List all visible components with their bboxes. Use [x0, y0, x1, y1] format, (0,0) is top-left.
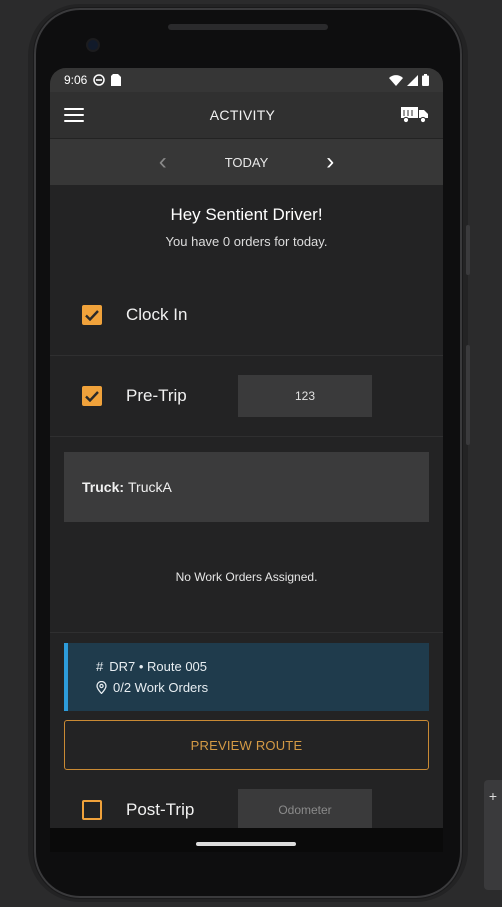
greeting: Hey Sentient Driver! You have 0 orders f…	[50, 185, 443, 275]
date-navigator: ‹ TODAY ›	[50, 139, 443, 185]
truck-value: TruckA	[128, 479, 172, 495]
truck-card[interactable]: Truck: TruckA	[64, 452, 429, 522]
clock-in-checkbox[interactable]	[82, 305, 102, 325]
home-indicator[interactable]	[196, 842, 296, 846]
app-screen: 9:06 ACTIVITY ‹ TODAY › Hey Sentient Dri…	[50, 68, 443, 828]
pre-trip-odometer-field[interactable]: 123	[238, 375, 372, 417]
post-trip-checkbox[interactable]	[82, 800, 102, 820]
status-time: 9:06	[64, 73, 88, 87]
greeting-subtitle: You have 0 orders for today.	[165, 234, 328, 249]
signal-icon	[407, 74, 418, 86]
greeting-title: Hey Sentient Driver!	[170, 205, 323, 224]
check-icon	[85, 390, 99, 402]
date-label: TODAY	[224, 154, 269, 170]
front-camera	[88, 40, 98, 50]
phone-speaker	[168, 24, 328, 30]
check-icon	[85, 309, 99, 321]
sim-card-icon	[111, 74, 122, 86]
page-title: ACTIVITY	[209, 107, 276, 123]
post-trip-label: Post-Trip	[126, 800, 195, 819]
pre-trip-checkbox[interactable]	[82, 386, 102, 406]
volume-button	[466, 345, 470, 445]
truck-icon[interactable]	[400, 106, 429, 124]
route-work-orders: 0/2 Work Orders	[113, 680, 209, 695]
post-trip-row: Post-Trip Odometer	[50, 770, 443, 828]
pre-trip-row: Pre-Trip 123	[50, 356, 443, 437]
truck-label: Truck:	[82, 479, 125, 495]
preview-route-button[interactable]: PREVIEW ROUTE	[64, 720, 429, 770]
route-card[interactable]: # DR7 • Route 005 0/2 Work Orders	[64, 643, 429, 711]
status-bar: 9:06	[50, 68, 443, 92]
do-not-disturb-icon	[93, 74, 106, 86]
power-button	[466, 225, 470, 275]
route-title: DR7 • Route 005	[109, 659, 208, 674]
menu-icon[interactable]	[64, 108, 84, 122]
post-trip-odometer-field[interactable]: Odometer	[238, 789, 372, 828]
location-pin-icon	[96, 681, 107, 694]
system-nav-bar	[50, 828, 443, 852]
work-orders-empty: No Work Orders Assigned.	[50, 522, 443, 633]
chevron-right-icon[interactable]: ›	[326, 150, 334, 174]
clock-in-row: Clock In	[50, 275, 443, 356]
clock-in-label: Clock In	[126, 305, 188, 324]
wifi-icon	[389, 74, 403, 86]
emulator-side-controls[interactable]: +	[484, 780, 502, 890]
battery-icon	[422, 74, 429, 86]
pre-trip-label: Pre-Trip	[126, 386, 187, 405]
plus-icon[interactable]: +	[484, 788, 502, 804]
chevron-left-icon[interactable]: ‹	[159, 150, 167, 174]
hash-icon: #	[96, 659, 104, 674]
app-bar: ACTIVITY	[50, 92, 443, 139]
